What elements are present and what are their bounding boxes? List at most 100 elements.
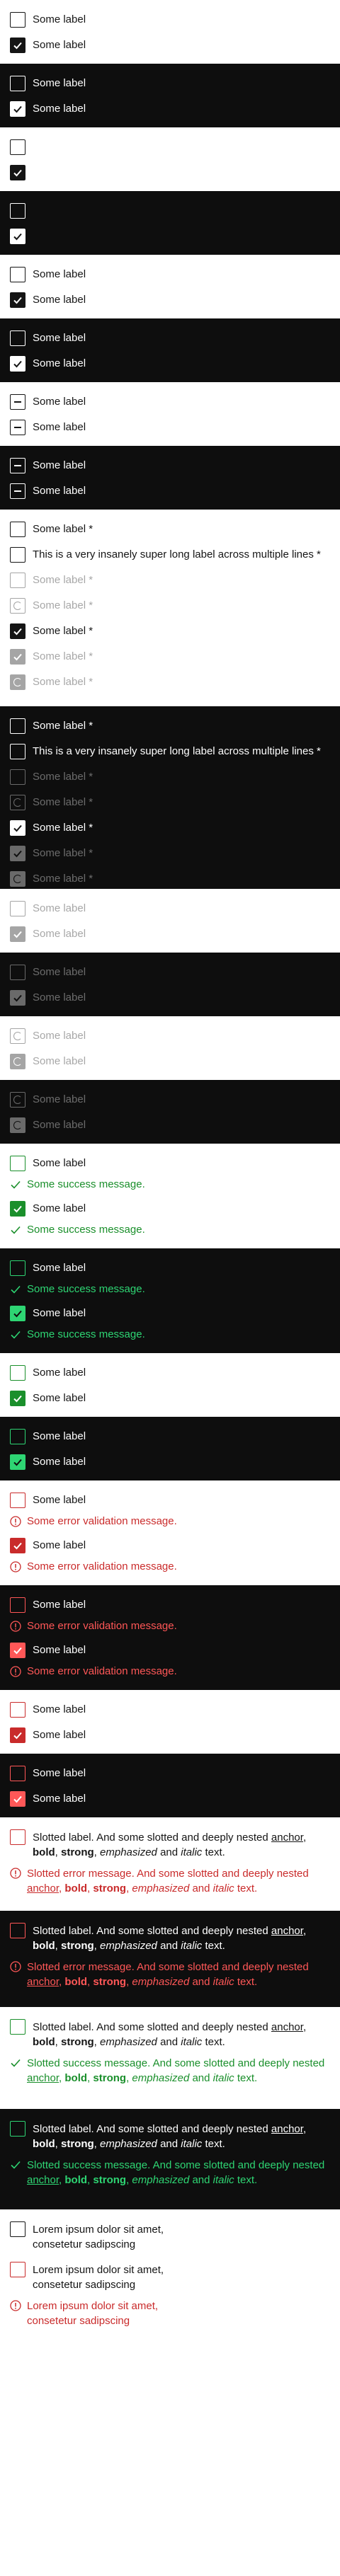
checkbox-row[interactable]: Some label (10, 7, 330, 33)
checkbox[interactable] (10, 292, 26, 308)
checkbox[interactable] (10, 522, 26, 537)
checkbox-row[interactable]: Some label (10, 262, 330, 287)
checkbox-error[interactable] (10, 2262, 26, 2277)
checkbox[interactable] (10, 76, 26, 91)
checkbox-error[interactable] (10, 1923, 26, 1938)
checkbox-row[interactable] (10, 224, 330, 249)
checkbox-success[interactable] (10, 2121, 26, 2137)
checkbox-row[interactable]: Some label (10, 1301, 330, 1326)
checkbox-success[interactable] (10, 1429, 26, 1444)
checkbox[interactable] (10, 356, 26, 372)
checkbox-row[interactable]: Some label (10, 1424, 330, 1449)
checkbox-row[interactable]: This is a very insanely super long label… (10, 542, 330, 568)
checkbox-row[interactable]: Some label (10, 1386, 330, 1411)
checkbox-error[interactable] (10, 1493, 26, 1508)
checkbox-success[interactable] (10, 1260, 26, 1276)
checkbox[interactable] (10, 330, 26, 346)
checkbox-row[interactable]: Some label (10, 1592, 330, 1618)
checkbox-success[interactable] (10, 1156, 26, 1171)
checkbox-row[interactable] (10, 198, 330, 224)
checkbox-row[interactable]: Some label (10, 96, 330, 122)
checkbox[interactable] (10, 744, 26, 759)
checkbox[interactable] (10, 820, 26, 836)
checkbox-row[interactable]: Slotted label. And some slotted and deep… (10, 2116, 330, 2156)
checkbox-row[interactable]: Some label (10, 1723, 330, 1748)
checkbox[interactable] (10, 38, 26, 53)
checkbox-success[interactable] (10, 1306, 26, 1321)
checkbox-success[interactable] (10, 1365, 26, 1381)
checkbox-error[interactable] (10, 1791, 26, 1807)
checkbox-row[interactable]: Some label (10, 1761, 330, 1786)
checkbox[interactable] (10, 165, 26, 180)
checkbox-row[interactable]: Slotted label. And some slotted and deep… (10, 1918, 330, 1958)
checkbox-row[interactable]: Some label (10, 815, 330, 841)
checkbox[interactable] (10, 547, 26, 563)
checkbox-error[interactable] (10, 1643, 26, 1658)
anchor-link[interactable]: anchor (271, 1925, 303, 1937)
checkbox-row[interactable]: Some label (10, 389, 330, 415)
checkbox-row[interactable]: Some label (10, 1638, 330, 1663)
checkbox-indeterminate[interactable] (10, 394, 26, 410)
checkbox-row[interactable]: Some label (10, 415, 330, 440)
checkbox-row[interactable]: Some label (10, 326, 330, 351)
section-slotted-error-dark: Slotted label. And some slotted and deep… (0, 1911, 340, 2007)
checkbox-indeterminate[interactable] (10, 458, 26, 473)
checkbox-row[interactable]: Some label (10, 478, 330, 504)
anchor-link[interactable]: anchor (27, 2174, 59, 2186)
checkbox-row[interactable]: Some label (10, 33, 330, 58)
checkbox-row[interactable]: Some label (10, 287, 330, 313)
checkbox[interactable] (10, 267, 26, 282)
checkbox-row[interactable]: Some label (10, 1786, 330, 1812)
checkbox-error[interactable] (10, 1597, 26, 1613)
checkbox[interactable] (10, 101, 26, 117)
checkbox[interactable] (10, 718, 26, 734)
checkbox-row[interactable]: Some label (10, 1488, 330, 1513)
checkbox-row[interactable]: Slotted label. And some slotted and deep… (10, 1824, 330, 1865)
checkbox[interactable] (10, 139, 26, 155)
checkbox-row[interactable]: Some label (10, 1360, 330, 1386)
checkbox-error[interactable] (10, 1766, 26, 1781)
checkbox-error[interactable] (10, 1702, 26, 1718)
section-required-light: Some label This is a very insanely super… (0, 510, 340, 706)
anchor-link[interactable]: anchor (271, 1832, 303, 1844)
anchor-link[interactable]: anchor (27, 1882, 59, 1894)
checkbox-row[interactable] (10, 160, 330, 185)
anchor-link[interactable]: anchor (27, 1976, 59, 1988)
checkbox-row[interactable] (10, 134, 330, 160)
checkbox-row[interactable]: Some label (10, 1697, 330, 1723)
checkbox-row[interactable]: Some label (10, 1151, 330, 1176)
checkbox[interactable] (10, 229, 26, 244)
checkbox[interactable] (10, 623, 26, 639)
checkbox-row[interactable]: Lorem ipsum dolor sit amet, consetetur s… (10, 2216, 194, 2257)
checkbox-row[interactable]: Some label (10, 453, 330, 478)
checkbox-row[interactable]: Some label (10, 1533, 330, 1558)
anchor-link[interactable]: anchor (27, 2072, 59, 2084)
checkbox-row[interactable]: Some label (10, 517, 330, 542)
checkbox-indeterminate[interactable] (10, 483, 26, 499)
checkbox-success[interactable] (10, 1201, 26, 1217)
checkbox-row[interactable]: Some label (10, 71, 330, 96)
checkbox[interactable] (10, 203, 26, 219)
checkbox-row[interactable]: Some label (10, 1196, 330, 1221)
checkbox-row[interactable]: This is a very insanely super long label… (10, 739, 330, 764)
checkbox-row[interactable]: Some label (10, 351, 330, 376)
checkbox-error[interactable] (10, 1829, 26, 1845)
checkbox-success[interactable] (10, 2019, 26, 2035)
checkbox-row[interactable]: Some label (10, 619, 330, 644)
checkbox-row[interactable]: Lorem ipsum dolor sit amet, consetetur s… (10, 2257, 194, 2297)
checkbox[interactable] (10, 2221, 26, 2237)
checkbox-success[interactable] (10, 1454, 26, 1470)
checkbox-indeterminate[interactable] (10, 420, 26, 435)
anchor-link[interactable]: anchor (271, 2021, 303, 2033)
checkbox[interactable] (10, 12, 26, 28)
check-icon (13, 1795, 22, 1803)
checkbox-success[interactable] (10, 1391, 26, 1406)
checkbox-row[interactable]: Some label (10, 1255, 330, 1281)
checkbox-row[interactable]: Slotted label. And some slotted and deep… (10, 2014, 330, 2054)
checkbox-row[interactable]: Some label (10, 713, 330, 739)
checkbox-error[interactable] (10, 1727, 26, 1743)
checkbox-row[interactable]: Some label (10, 1449, 330, 1475)
anchor-link[interactable]: anchor (271, 2123, 303, 2135)
checkbox-error[interactable] (10, 1538, 26, 1553)
spinner-icon (13, 1121, 22, 1129)
